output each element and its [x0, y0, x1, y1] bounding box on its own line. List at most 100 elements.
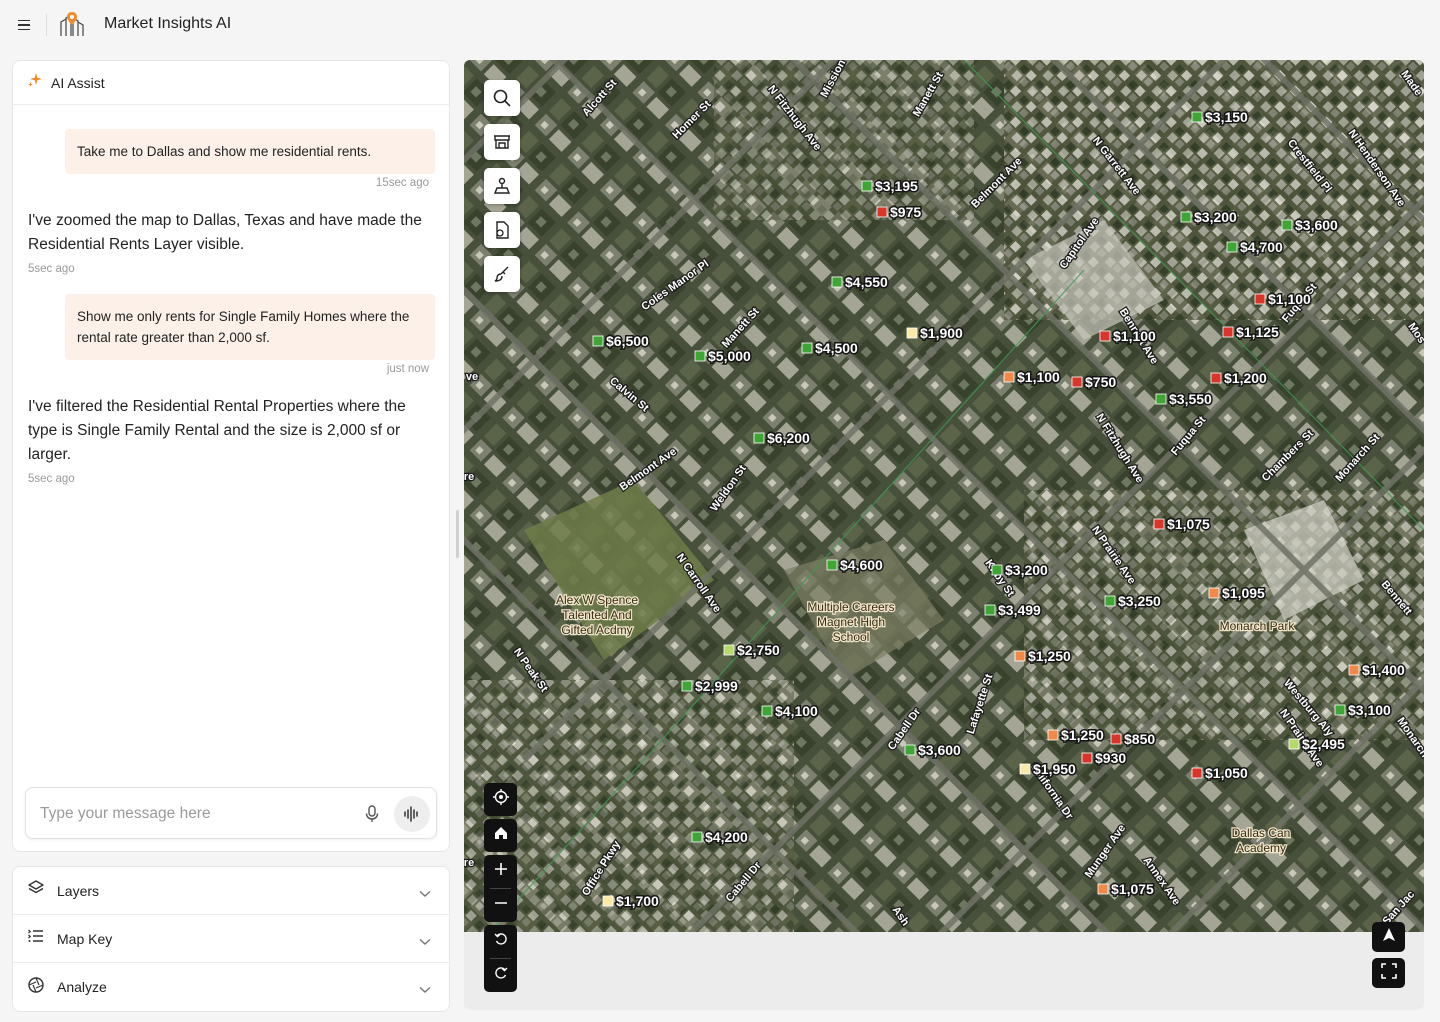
pin-tool-button[interactable] [484, 168, 520, 204]
panel-resize-handle[interactable] [456, 510, 459, 558]
svg-text:$4,550: $4,550 [845, 274, 888, 290]
poi-label[interactable]: Monarch Park [1218, 618, 1296, 635]
svg-text:$3,250: $3,250 [1118, 593, 1161, 609]
svg-text:$1,400: $1,400 [1362, 662, 1405, 678]
svg-text:$1,950: $1,950 [1033, 761, 1076, 777]
layers-icon [27, 879, 45, 902]
analyze-label: Analyze [57, 979, 107, 995]
user-message: Show me only rents for Single Family Hom… [65, 294, 435, 360]
svg-text:$3,200: $3,200 [1194, 209, 1237, 225]
svg-text:$1,100: $1,100 [1017, 369, 1060, 385]
svg-text:$975: $975 [890, 204, 921, 220]
chat-message-input[interactable] [40, 802, 350, 826]
zoom-in-icon [494, 862, 508, 881]
ai-message: I've zoomed the map to Dallas, Texas and… [28, 212, 422, 253]
zoom-in-button[interactable] [484, 855, 517, 888]
svg-text:$2,999: $2,999 [695, 678, 738, 694]
fullscreen-icon [1380, 962, 1397, 984]
svg-text:$2,750: $2,750 [737, 642, 780, 658]
message-time: 5sec ago [28, 473, 75, 485]
map-svg: Alcott StHomer St N Fitzhugh AveMission Ma… [464, 60, 1424, 932]
map-nav-controls [484, 783, 517, 995]
chat-input-box [25, 787, 437, 839]
map-pin-icon [492, 176, 512, 196]
history-controls [484, 925, 517, 992]
layers-label: Layers [57, 882, 100, 899]
undo-icon [494, 932, 508, 951]
svg-text:$1,200: $1,200 [1224, 370, 1267, 386]
svg-text:$4,100: $4,100 [775, 703, 818, 719]
svg-text:$1,075: $1,075 [1111, 881, 1154, 897]
list-icon [27, 927, 45, 950]
satellite-map[interactable]: Alcott St Homer St N Fitzhugh Ave Mission Ma… [464, 60, 1424, 932]
svg-text:$1,250: $1,250 [1028, 648, 1071, 664]
zoom-controls [484, 855, 517, 922]
svg-text:$1,100: $1,100 [1113, 328, 1156, 344]
analyze-panel-toggle[interactable]: Analyze [13, 963, 449, 1011]
layers-panel-toggle[interactable]: Layers [13, 867, 449, 915]
message-time: just now [386, 363, 429, 375]
svg-text:$1,700: $1,700 [616, 893, 659, 909]
svg-text:$2,495: $2,495 [1302, 736, 1345, 752]
voice-wave-icon[interactable] [394, 796, 430, 832]
svg-text:$1,125: $1,125 [1236, 324, 1279, 340]
fullscreen-button[interactable] [1372, 958, 1405, 988]
file-map-icon [492, 220, 512, 240]
street-label: re [464, 471, 474, 483]
message-time: 15sec ago [375, 177, 429, 189]
chevron-down-icon [419, 933, 431, 951]
storefront-tool-button[interactable] [484, 124, 520, 160]
compass-icon [1381, 927, 1397, 948]
locate-icon [492, 788, 510, 811]
map-key-panel-toggle[interactable]: Map Key [13, 915, 449, 963]
svg-text:$3,195: $3,195 [875, 178, 918, 194]
svg-text:$1,900: $1,900 [920, 325, 963, 341]
chevron-down-icon [419, 981, 431, 999]
compass-button[interactable] [1372, 922, 1405, 952]
ai-assist-title: AI Assist [51, 74, 105, 91]
svg-text:$4,500: $4,500 [815, 340, 858, 356]
poi-label[interactable]: Alex W Spence Talented And Gifted Acdmy [555, 592, 640, 639]
svg-text:$1,050: $1,050 [1205, 765, 1248, 781]
street-label: re [464, 857, 474, 869]
ai-message: I've filtered the Residential Rental Pro… [28, 398, 406, 463]
svg-text:$4,700: $4,700 [1240, 239, 1283, 255]
aperture-icon [27, 976, 45, 999]
logo-icon [58, 10, 86, 38]
locate-button[interactable] [484, 783, 517, 816]
redo-button[interactable] [484, 959, 517, 992]
svg-text:$6,500: $6,500 [606, 333, 649, 349]
svg-text:$6,200: $6,200 [767, 430, 810, 446]
svg-text:$5,000: $5,000 [708, 348, 751, 364]
poi-label[interactable]: Dallas Can Academy [1230, 825, 1291, 857]
microphone-icon[interactable] [362, 804, 382, 824]
file-map-tool-button[interactable] [484, 212, 520, 248]
app-header: Market Insights AI [0, 0, 1440, 50]
chevron-down-icon [419, 885, 431, 903]
svg-text:$850: $850 [1124, 731, 1155, 747]
undo-button[interactable] [484, 925, 517, 958]
message-time: 5sec ago [28, 263, 75, 275]
user-message: Take me to Dallas and show me residentia… [65, 129, 435, 174]
home-button[interactable] [484, 819, 517, 852]
ai-assist-header: AI Assist [13, 61, 449, 105]
brush-tool-button[interactable] [484, 256, 520, 292]
zoom-out-button[interactable] [484, 889, 517, 922]
home-icon [493, 825, 509, 846]
svg-text:$1,100: $1,100 [1268, 291, 1311, 307]
map-frame: Alcott St Homer St N Fitzhugh Ave Mission Ma… [464, 60, 1424, 1010]
svg-text:$4,200: $4,200 [705, 829, 748, 845]
svg-text:$3,200: $3,200 [1005, 562, 1048, 578]
map-tool-stack [484, 80, 520, 300]
redo-icon [494, 966, 508, 985]
search-icon [492, 88, 512, 108]
svg-text:$1,075: $1,075 [1167, 516, 1210, 532]
svg-text:$3,600: $3,600 [918, 742, 961, 758]
street-label: ve [466, 371, 478, 383]
zoom-out-icon [494, 896, 508, 915]
svg-text:$3,100: $3,100 [1348, 702, 1391, 718]
hamburger-menu-icon[interactable] [14, 14, 36, 36]
svg-text:$4,600: $4,600 [840, 557, 883, 573]
storefront-icon [492, 132, 512, 152]
search-tool-button[interactable] [484, 80, 520, 116]
